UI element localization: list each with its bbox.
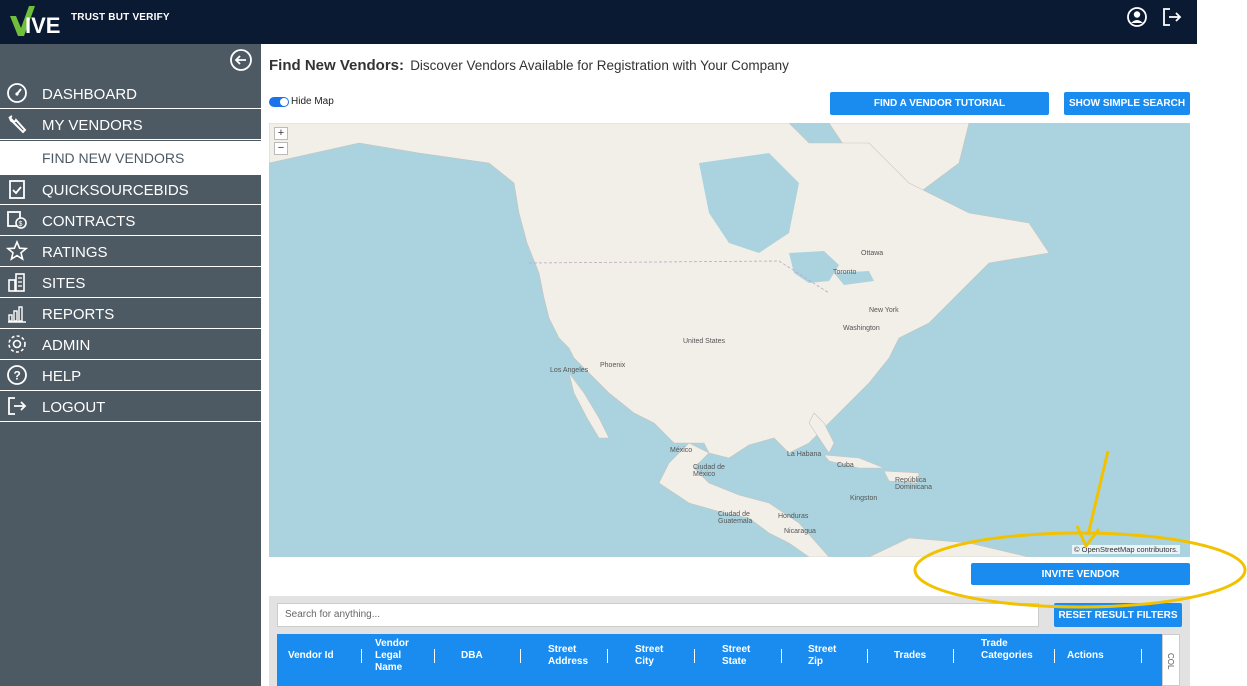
map-label-republica-dominicana: República Dominicana [895, 477, 932, 491]
hide-map-label: Hide Map [291, 96, 334, 107]
map-attribution[interactable]: © OpenStreetMap contributors. [1072, 545, 1180, 554]
sidebar-item-reports[interactable]: REPORTS [0, 299, 261, 329]
find-vendor-tutorial-button[interactable]: FIND A VENDOR TUTORIAL [830, 92, 1049, 115]
top-bar: IVE TRUST BUT VERIFY [0, 0, 1197, 44]
collapse-sidebar-icon[interactable] [229, 48, 253, 72]
wrench-icon [8, 115, 27, 134]
logout-icon[interactable] [1161, 6, 1183, 28]
sidebar-item-label: DASHBOARD [42, 86, 138, 103]
map-label-la-habana: La Habana [787, 451, 822, 458]
column-divider [1141, 649, 1142, 663]
column-header-vendor-legal-name[interactable]: Vendor Legal Name [375, 638, 419, 674]
map-zoom-in-button[interactable]: + [274, 127, 288, 140]
column-divider [781, 649, 782, 663]
column-header-vendor-id[interactable]: Vendor Id [288, 650, 334, 662]
star-icon [6, 240, 28, 261]
map-label-washington: Washington [843, 325, 880, 332]
column-divider [953, 649, 954, 663]
map-label-phoenix: Phoenix [600, 362, 626, 369]
sidebar-item-label: SITES [42, 275, 86, 292]
gear-icon [8, 335, 26, 353]
column-divider [1054, 649, 1055, 663]
column-header-trade-categories[interactable]: Trade Categories [981, 638, 1033, 662]
sidebar-item-admin[interactable]: ADMIN [0, 330, 261, 360]
map-label-los-angeles: Los Angeles [550, 367, 589, 374]
column-header-street-zip[interactable]: Street Zip [808, 644, 848, 668]
logout-icon [8, 397, 27, 415]
sidebar-item-find-new-vendors[interactable]: FIND NEW VENDORS [0, 141, 261, 175]
sidebar-item-my-vendors[interactable]: MY VENDORS [0, 110, 261, 140]
map-label-cuba: Cuba [837, 462, 854, 469]
map-label-toronto: Toronto [833, 269, 857, 276]
sidebar-item-label: CONTRACTS [42, 213, 136, 230]
sidebar-item-label: HELP [42, 368, 82, 385]
sidebar-item-quicksourcebids[interactable]: QUICKSOURCEBIDS [0, 175, 261, 205]
map-label-new-york: New York [869, 307, 899, 314]
sidebar-item-sites[interactable]: SITES [0, 268, 261, 298]
sidebar-item-logout[interactable]: LOGOUT [0, 392, 261, 422]
sidebar-item-ratings[interactable]: RATINGS [0, 237, 261, 267]
column-divider [694, 649, 695, 663]
user-circle-icon[interactable] [1126, 6, 1148, 28]
svg-text:$: $ [19, 221, 23, 228]
sidebar-item-contracts[interactable]: $ CONTRACTS [0, 206, 261, 236]
show-simple-search-button[interactable]: SHOW SIMPLE SEARCH [1064, 92, 1190, 115]
map-zoom-out-button[interactable]: − [274, 142, 288, 155]
map-label-ciudad-de-mexico: Ciudad de México [693, 464, 725, 478]
buildings-icon [8, 273, 25, 292]
column-divider [361, 649, 362, 663]
reset-result-filters-button[interactable]: RESET RESULT FILTERS [1054, 603, 1182, 627]
page-subtitle: Discover Vendors Available for Registrat… [410, 58, 789, 73]
map-label-nicaragua: Nicaragua [784, 528, 816, 535]
page-title: Find New Vendors: Discover Vendors Avail… [269, 57, 789, 74]
svg-text:?: ? [14, 369, 21, 383]
column-divider [607, 649, 608, 663]
sidebar-item-label: MY VENDORS [42, 117, 143, 134]
map-label-ottawa: Ottawa [861, 250, 884, 257]
sidebar-item-help[interactable]: ? HELP [0, 361, 261, 391]
column-divider [434, 649, 435, 663]
search-input[interactable]: Search for anything... [277, 603, 1039, 627]
column-header-dba[interactable]: DBA [461, 650, 483, 662]
question-circle-icon: ? [7, 365, 27, 385]
bar-chart-icon [8, 306, 26, 323]
map-label-mexico: México [670, 447, 693, 454]
contract-dollar-icon: $ [7, 211, 27, 229]
table-header: Vendor Id Vendor Legal Name DBA Street A… [277, 634, 1162, 686]
map-label-honduras: Honduras [778, 513, 809, 520]
sidebar-item-dashboard[interactable]: DASHBOARD [0, 79, 261, 109]
logo-tagline: TRUST BUT VERIFY [71, 12, 170, 23]
clipboard-check-icon [9, 180, 25, 199]
column-header-trades[interactable]: Trades [894, 650, 926, 662]
column-header-street-address[interactable]: Street Address [548, 644, 598, 668]
sidebar-item-label: REPORTS [42, 306, 115, 323]
sidebar-item-label: FIND NEW VENDORS [42, 150, 185, 166]
vendor-map[interactable] [269, 123, 1190, 557]
column-header-street-state[interactable]: Street State [722, 644, 762, 668]
column-divider [867, 649, 868, 663]
map-label-kingston: Kingston [850, 495, 878, 502]
invite-vendor-button[interactable]: INVITE VENDOR [971, 563, 1190, 585]
sidebar-item-label: QUICKSOURCEBIDS [42, 182, 189, 199]
sidebar-item-label: RATINGS [42, 244, 108, 261]
sidebar-item-label: ADMIN [42, 337, 91, 354]
columns-toggle[interactable]: COL [1162, 634, 1180, 686]
column-header-actions[interactable]: Actions [1067, 650, 1104, 662]
map-land [269, 123, 1050, 557]
svg-text:IVE: IVE [25, 13, 60, 38]
column-divider [520, 649, 521, 663]
vive-logo: IVE [10, 6, 60, 38]
dashboard-gauge-icon [7, 83, 27, 103]
page-title-main: Find New Vendors: [269, 57, 405, 74]
sidebar-item-label: LOGOUT [42, 399, 106, 416]
hide-map-toggle[interactable] [269, 97, 289, 107]
map-label-united-states: United States [683, 338, 726, 345]
column-header-street-city[interactable]: Street City [635, 644, 675, 668]
map-label-ciudad-de-guatemala: Ciudad de Guatemala [718, 511, 753, 525]
columns-toggle-label: COL [1166, 653, 1175, 670]
